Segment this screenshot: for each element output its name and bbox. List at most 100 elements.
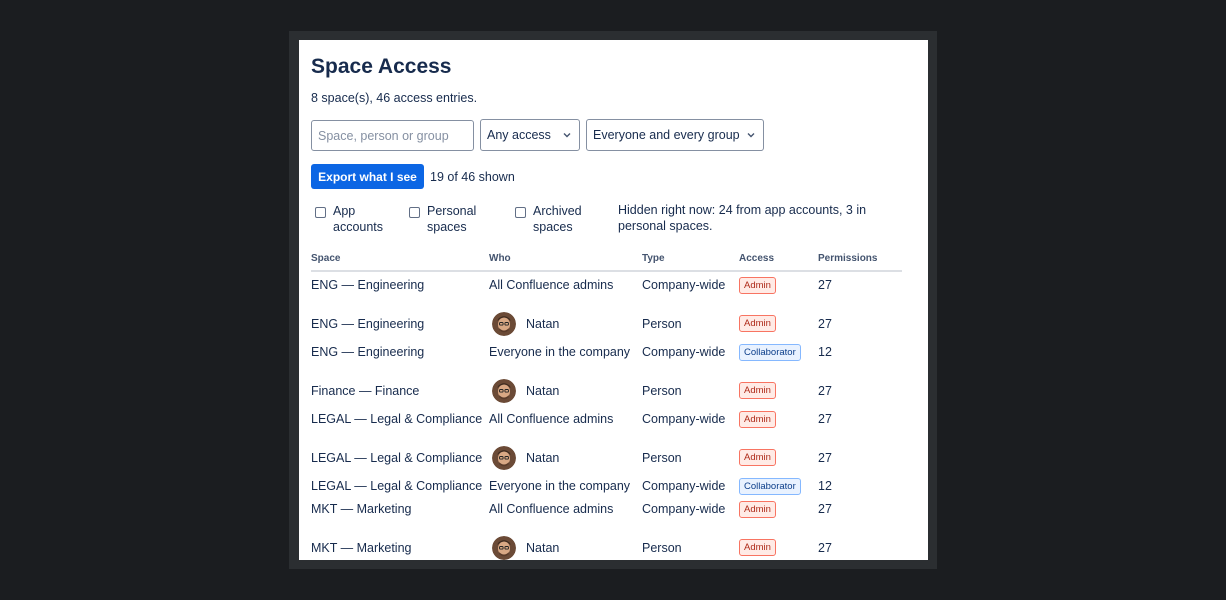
space-cell: LEGAL — Legal & Compliance [311, 412, 483, 426]
space-cell: ENG — Engineering [311, 278, 425, 292]
group-filter-value: Everyone and every group [593, 128, 740, 142]
page-title: Space Access [311, 55, 452, 78]
who-label: Natan [526, 316, 560, 331]
access-filter-value: Any access [487, 128, 551, 142]
type-cell: Person [642, 540, 682, 555]
space-access-panel: Space Access 8 space(s), 46 access entri… [299, 40, 928, 560]
type-cell: Company-wide [642, 479, 726, 493]
table-row[interactable]: ENG — Engineering All Confluence admins Co… [311, 274, 902, 296]
who-label: All Confluence admins [489, 502, 614, 516]
access-badge: Admin [739, 315, 776, 332]
who-label: All Confluence admins [489, 412, 614, 426]
personal-spaces-toggle[interactable]: Personal spaces [409, 203, 499, 235]
chevron-down-icon [747, 133, 755, 138]
access-filter-select[interactable]: Any access [480, 119, 580, 151]
avatar [492, 445, 516, 470]
column-header-access[interactable]: Access [739, 253, 774, 264]
permissions-cell: 12 [818, 345, 832, 359]
access-cell: Collaborator [739, 341, 801, 363]
checkbox-label: Personal spaces [427, 204, 477, 234]
who-cell: All Confluence admins [489, 408, 613, 430]
who-cell: All Confluence admins [489, 500, 613, 518]
table-row[interactable]: LEGAL — Legal & Compliance All Confluence… [311, 408, 902, 430]
access-badge: Admin [739, 410, 776, 428]
space-cell: LEGAL — Legal & Compliance [311, 479, 483, 493]
access-badge: Admin [739, 382, 776, 399]
who-label: Natan [526, 540, 560, 555]
permissions-cell: 27 [818, 502, 832, 516]
summary-text: 8 space(s), 46 access entries. [311, 91, 478, 105]
access-cell: Admin [739, 374, 776, 407]
type-cell: Company-wide [642, 345, 726, 359]
permissions-cell: 27 [818, 540, 832, 555]
space-cell: MKT — Marketing [311, 502, 412, 516]
who-label: Everyone in the company [489, 479, 631, 493]
checkbox[interactable] [315, 207, 326, 218]
access-badge: Collaborator [739, 477, 801, 495]
type-cell: Company-wide [642, 412, 726, 426]
type-cell: Company-wide [642, 502, 726, 516]
shown-count: 19 of 46 shown [430, 170, 515, 184]
type-cell: Person [642, 450, 682, 465]
access-cell: Admin [739, 531, 776, 560]
group-filter-select[interactable]: Everyone and every group [586, 119, 764, 151]
table-header: Space Who Type Access Permissions [311, 248, 902, 272]
permissions-cell: 27 [818, 412, 832, 426]
who-label: Natan [526, 383, 560, 398]
who-label: All Confluence admins [489, 278, 614, 292]
hidden-note: Hidden right now: 24 from app accounts, … [618, 203, 867, 233]
type-cell: Company-wide [642, 278, 726, 292]
who-cell: Natan [489, 531, 559, 560]
access-cell: Admin [739, 274, 776, 296]
access-badge: Admin [739, 539, 776, 556]
table-row[interactable]: MKT — Marketing All Confluence admins Comp… [311, 500, 902, 518]
who-cell: Natan [489, 441, 559, 474]
checkbox-label: Archived spaces [533, 204, 582, 234]
who-label: Everyone in the company [489, 345, 631, 359]
table-row[interactable]: LEGAL — Legal & Compliance Everyone in th… [311, 477, 902, 495]
who-cell: All Confluence admins [489, 274, 613, 296]
who-cell: Everyone in the company [489, 477, 630, 495]
checkbox-label: App accounts [333, 204, 384, 234]
access-cell: Admin [739, 408, 776, 430]
permissions-cell: 27 [818, 450, 832, 465]
permissions-cell: 27 [818, 383, 832, 398]
access-badge: Admin [739, 449, 776, 466]
column-header-permissions[interactable]: Permissions [818, 253, 877, 264]
type-cell: Person [642, 316, 682, 331]
column-header-type[interactable]: Type [642, 253, 665, 264]
who-cell: Natan [489, 307, 559, 340]
access-badge: Collaborator [739, 343, 801, 361]
access-cell: Collaborator [739, 477, 801, 495]
chevron-down-icon [563, 133, 571, 138]
permissions-cell: 27 [818, 278, 832, 292]
access-cell: Admin [739, 500, 776, 518]
table-row[interactable]: MKT — Marketing Natan Person Admin 27 [311, 531, 902, 560]
column-header-space[interactable]: Space [311, 253, 340, 264]
space-cell: LEGAL — Legal & Compliance [311, 450, 483, 465]
checkbox[interactable] [409, 207, 420, 218]
permissions-cell: 27 [818, 316, 832, 331]
space-cell: Finance — Finance [311, 383, 420, 398]
permissions-cell: 12 [818, 479, 832, 493]
space-cell: MKT — Marketing [311, 540, 412, 555]
type-cell: Person [642, 383, 682, 398]
table-row[interactable]: ENG — Engineering Natan Person Admin 27 [311, 307, 902, 340]
access-cell: Admin [739, 441, 776, 474]
access-badge: Admin [739, 500, 776, 518]
who-label: Natan [526, 450, 560, 465]
space-cell: ENG — Engineering [311, 316, 425, 331]
access-badge: Admin [739, 276, 776, 294]
export-button[interactable]: Export what I see [311, 164, 424, 189]
table-row[interactable]: ENG — Engineering Everyone in the company… [311, 341, 902, 363]
avatar [492, 311, 516, 336]
access-cell: Admin [739, 307, 776, 340]
search-input[interactable] [311, 120, 474, 151]
archived-spaces-toggle[interactable]: Archived spaces [515, 203, 605, 235]
app-accounts-toggle[interactable]: App accounts [315, 203, 395, 235]
checkbox[interactable] [515, 207, 526, 218]
column-header-who[interactable]: Who [489, 253, 511, 264]
table-row[interactable]: LEGAL — Legal & Compliance Natan Person Adm… [311, 441, 902, 474]
avatar [492, 535, 516, 560]
table-row[interactable]: Finance — Finance Natan Person Admin 27 [311, 374, 902, 407]
